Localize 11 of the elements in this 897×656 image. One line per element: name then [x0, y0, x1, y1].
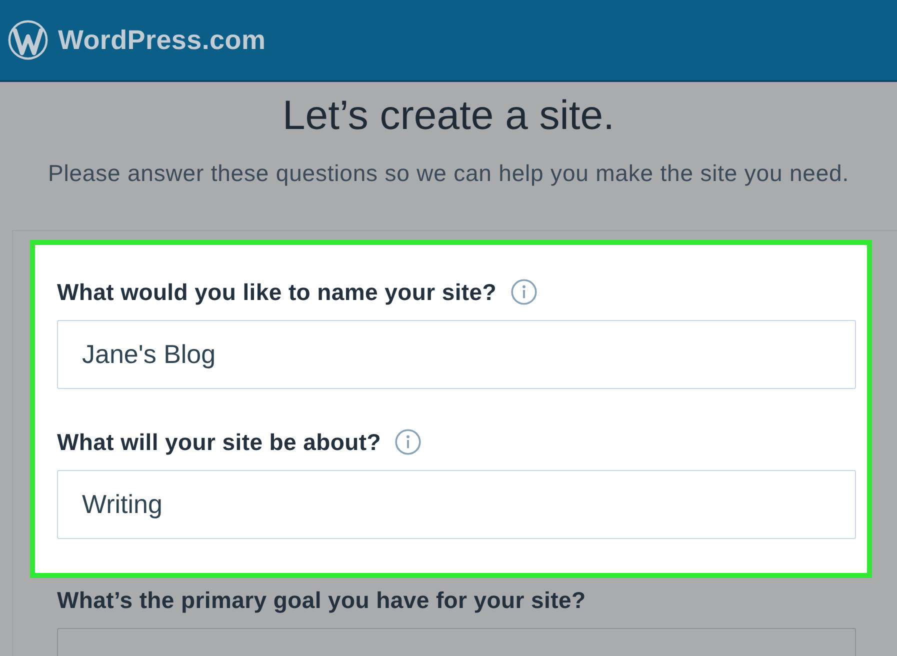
page-title: Let’s create a site.: [282, 92, 616, 138]
logo-icon[interactable]: [8, 20, 48, 60]
page-subtitle: Please answer these questions so we can help you make the site you need.: [46, 160, 850, 186]
question-label: What’s the primary goal you have for your site?: [57, 586, 586, 614]
text-field[interactable]: Jane's Blog: [57, 320, 856, 389]
brand-name[interactable]: WordPress.com: [58, 24, 266, 56]
question-label: What will your site be about?: [57, 428, 381, 456]
info-icon[interactable]: [510, 279, 537, 305]
text-field[interactable]: Writing: [57, 470, 856, 539]
question-label: What would you like to name your site?: [57, 278, 497, 306]
info-icon[interactable]: [394, 429, 421, 455]
